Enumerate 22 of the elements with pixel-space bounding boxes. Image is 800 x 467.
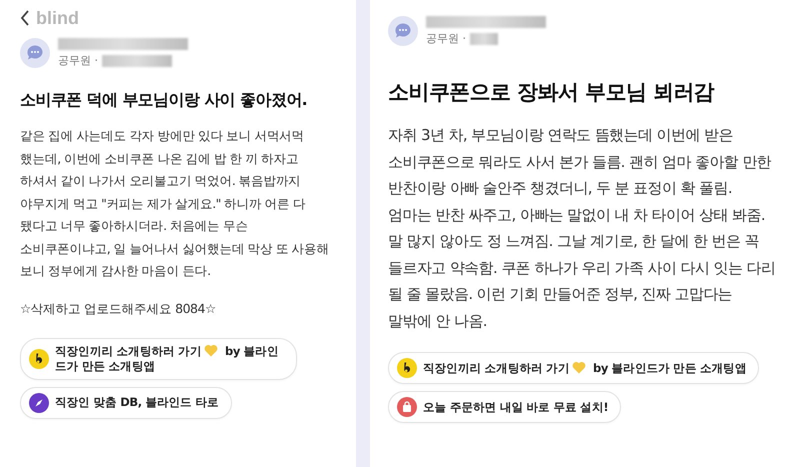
b-logo-icon	[29, 348, 49, 368]
avatar-icon	[20, 38, 50, 68]
blurred-date	[102, 54, 172, 66]
post-title: 소비쿠폰 덕에 부모님이랑 사이 좋아졌어.	[20, 90, 308, 111]
author-company: 공무원 ·	[58, 53, 98, 68]
ad-link-chip[interactable]: 직장인 맞춤 DB, 블라인드 타로	[20, 386, 232, 418]
post-body: 같은 집에 사는데도 각자 방에만 있다 보니 서먹서먹 했는데, 이번에 소비쿠폰 나온 김에 밥 한 끼 하자고 하셔서 같이 나가서 오리불고기 먹었어. 볶음밥까지 야무지게 먹고 "커피는 제가 살게요." 하니까 어른 다 됐다고 너무 좋아하시더라. 처음에는 무슨 소비쿠폰이냐고, 일 늘어나서 싫어했는데 막상 또 사용해 보니 정부에게 감사한 마음이 든다.	[20, 127, 330, 280]
b-logo-icon	[397, 358, 417, 378]
post-note: ☆삭제하고 업로드해주세요 8084☆	[20, 300, 217, 318]
blurred-date	[470, 32, 498, 44]
author-company: 공무원 ·	[426, 31, 466, 46]
compass-icon	[29, 392, 49, 412]
heart-icon	[204, 344, 218, 356]
app-logo: blind	[36, 8, 79, 28]
post-body: 자취 3년 차, 부모님이랑 연락도 뜸했는데 이번에 받은 소비쿠폰으로 뭐라도 사서 본가 들름. 괜히 엄마 좋아할 만한 반찬이랑 아빠 술안주 챙겼더니, 두 분 표정이 확 풀림. 엄마는 반찬 싸주고, 아빠는 말없이 내 차 타이어 상태 봐줌. 말 많지 않아도 정 느껴짐. 그날 계기로, 한 달에 한 번은 꼭 들르자고 약속함. 쿠폰 하나가 우리 가족 사이 다시 잇는 다리 될 줄 몰랐음. 이런 기회 만들어준 정부, 진짜 고맙다는 말밖에 안 나옴.	[388, 125, 776, 332]
ad-link-chip[interactable]: 직장인끼리 소개팅하러 가기 by 블라인드가 만든 소개팅앱	[388, 352, 760, 384]
back-icon[interactable]	[20, 10, 30, 26]
avatar-icon	[388, 16, 418, 46]
post-title: 소비쿠폰으로 장봐서 부모님 뵈러감	[388, 79, 716, 106]
ad-link-chip[interactable]: 직장인끼리 소개팅하러 가기 by 블라인드가 만든 소개팅앱	[20, 338, 297, 380]
heart-icon	[572, 360, 586, 374]
ad-link-chip[interactable]: 오늘 주문하면 내일 바로 무료 설치!	[388, 391, 622, 423]
